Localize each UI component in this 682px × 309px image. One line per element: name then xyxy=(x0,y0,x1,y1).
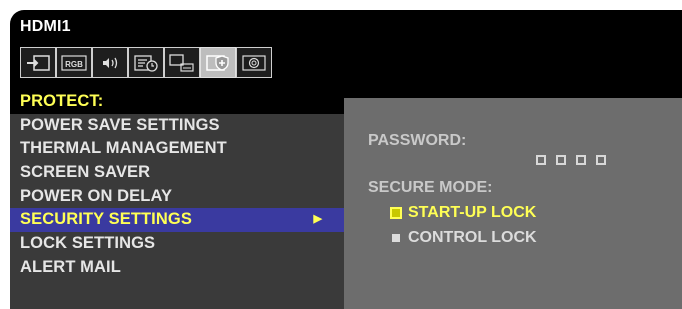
osd-screen: HDMI1 RGB PROTECT: POWER SAVE SETTINGS T… xyxy=(0,0,682,309)
start-up-lock-option[interactable]: START-UP LOCK xyxy=(390,204,536,222)
menu-item-screen-saver[interactable]: SCREEN SAVER xyxy=(10,161,344,185)
rgb-picture-icon[interactable]: RGB xyxy=(56,47,92,78)
menu-item-label: SECURITY SETTINGS xyxy=(20,210,192,229)
secure-mode-label: SECURE MODE: xyxy=(368,179,493,196)
security-settings-panel: PASSWORD: SECURE MODE: START-UP LOCK CON… xyxy=(344,98,682,309)
password-digit-box xyxy=(536,155,546,165)
protect-menu: PROTECT: POWER SAVE SETTINGS THERMAL MAN… xyxy=(10,90,344,309)
submenu-arrow-icon: ▶ xyxy=(313,213,322,226)
unselected-radio-icon xyxy=(392,234,400,242)
password-digit-box xyxy=(556,155,566,165)
selected-radio-icon xyxy=(390,207,402,219)
password-label: PASSWORD: xyxy=(368,132,467,149)
password-field[interactable] xyxy=(536,155,606,165)
menu-item-lock-settings[interactable]: LOCK SETTINGS xyxy=(10,232,344,256)
system-icon[interactable] xyxy=(236,47,272,78)
menu-item-power-on-delay[interactable]: POWER ON DELAY xyxy=(10,185,344,209)
osd-panel: HDMI1 RGB PROTECT: POWER SAVE SETTINGS T… xyxy=(10,10,682,309)
password-digit-box xyxy=(596,155,606,165)
menu-item-power-save-settings[interactable]: POWER SAVE SETTINGS xyxy=(10,114,344,138)
schedule-icon[interactable] xyxy=(128,47,164,78)
input-icon[interactable] xyxy=(20,47,56,78)
password-digit-box xyxy=(576,155,586,165)
menu-header: PROTECT: xyxy=(10,90,344,114)
pc-settings-icon[interactable] xyxy=(164,47,200,78)
menu-item-alert-mail[interactable]: ALERT MAIL xyxy=(10,256,344,280)
audio-icon[interactable] xyxy=(92,47,128,78)
protect-icon[interactable] xyxy=(200,47,236,78)
source-title: HDMI1 xyxy=(20,18,71,35)
menu-item-security-settings[interactable]: SECURITY SETTINGS ▶ xyxy=(10,208,344,233)
control-lock-option[interactable]: CONTROL LOCK xyxy=(390,229,537,247)
menu-icon-bar: RGB xyxy=(20,47,272,79)
option-label: CONTROL LOCK xyxy=(408,229,537,246)
menu-item-thermal-management[interactable]: THERMAL MANAGEMENT xyxy=(10,137,344,161)
option-label: START-UP LOCK xyxy=(408,204,537,221)
svg-text:RGB: RGB xyxy=(65,60,83,69)
